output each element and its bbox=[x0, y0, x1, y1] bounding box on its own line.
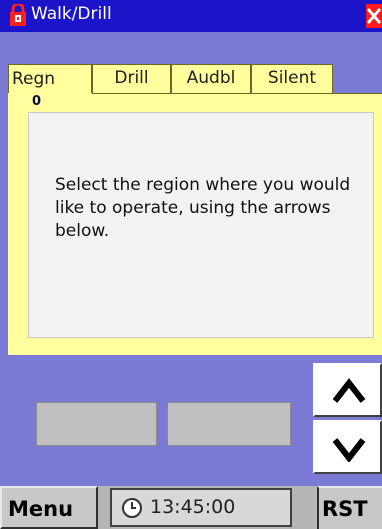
tab-regn[interactable]: Regn bbox=[8, 64, 91, 95]
region-option-button-1[interactable] bbox=[36, 402, 157, 446]
tab-divider bbox=[92, 93, 382, 94]
title-bar: Walk/Drill bbox=[0, 0, 382, 32]
tab-drill[interactable]: Drill bbox=[92, 64, 171, 93]
rst-button[interactable]: RST bbox=[317, 486, 382, 529]
clock-display: 13:45:00 bbox=[110, 488, 292, 527]
close-button[interactable] bbox=[366, 4, 382, 28]
menu-label: Menu bbox=[8, 497, 74, 521]
lock-icon bbox=[10, 4, 26, 26]
caret-up-icon bbox=[332, 378, 366, 403]
tab-audbl-label: Audbl bbox=[186, 68, 236, 88]
window-title: Walk/Drill bbox=[31, 4, 112, 24]
tab-audbl[interactable]: Audbl bbox=[171, 64, 251, 93]
clock-icon bbox=[122, 498, 142, 518]
region-option-button-2[interactable] bbox=[167, 402, 291, 446]
arrow-down-button[interactable] bbox=[313, 420, 382, 474]
instruction-text: Select the region where you would like t… bbox=[55, 175, 351, 241]
tab-silent-label: Silent bbox=[267, 68, 317, 88]
tab-silent[interactable]: Silent bbox=[251, 64, 333, 93]
region-number: 0 bbox=[32, 94, 42, 109]
instruction-box: Select the region where you would like t… bbox=[28, 112, 374, 338]
menu-button[interactable]: Menu bbox=[0, 486, 98, 529]
close-icon bbox=[366, 8, 382, 24]
rst-label: RST bbox=[322, 497, 368, 521]
caret-down-icon bbox=[332, 438, 366, 462]
tab-drill-label: Drill bbox=[114, 68, 149, 88]
arrow-up-button[interactable] bbox=[313, 363, 382, 417]
tab-regn-label: Regn bbox=[12, 69, 56, 89]
clock-time: 13:45:00 bbox=[150, 496, 236, 518]
